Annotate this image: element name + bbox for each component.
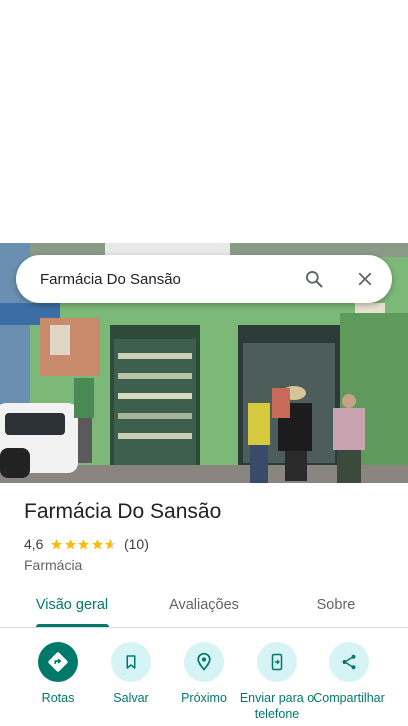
tab-selected-indicator <box>36 624 109 627</box>
share-button[interactable]: Compartilhar <box>311 642 387 706</box>
tab-about[interactable]: Sobre <box>272 582 400 627</box>
directions-icon <box>38 642 78 682</box>
star-icon <box>105 538 117 549</box>
rating-value: 4,6 <box>24 536 44 552</box>
nearby-icon <box>184 642 224 682</box>
bookmark-icon <box>111 642 151 682</box>
save-label: Salvar <box>113 691 149 705</box>
tab-overview[interactable]: Visão geral <box>0 582 144 627</box>
star-rating <box>50 538 118 551</box>
share-label: Compartilhar <box>313 691 385 705</box>
star-icon <box>51 538 63 549</box>
tab-bar: Visão geral Avaliações Sobre <box>0 582 408 628</box>
send-to-phone-label: Enviar para o telefone <box>239 691 315 721</box>
send-to-phone-button[interactable]: Enviar para o telefone <box>239 642 315 722</box>
directions-label: Rotas <box>41 691 75 705</box>
rating-row[interactable]: 4,6 (10) <box>24 536 149 552</box>
nearby-label: Próximo <box>181 691 227 705</box>
search-bar[interactable]: Farmácia Do Sansão <box>16 255 392 303</box>
star-icon <box>65 538 76 549</box>
star-icon <box>92 538 103 549</box>
close-icon[interactable] <box>353 267 377 291</box>
place-name: Farmácia Do Sansão <box>24 500 222 523</box>
directions-button[interactable]: Rotas <box>20 642 96 706</box>
map-blank-area <box>0 0 408 243</box>
tab-reviews[interactable]: Avaliações <box>136 582 272 627</box>
search-icon[interactable] <box>302 267 326 291</box>
send-to-phone-icon <box>257 642 297 682</box>
share-icon <box>329 642 369 682</box>
star-icon <box>78 538 90 549</box>
review-count[interactable]: (10) <box>124 536 149 552</box>
save-button[interactable]: Salvar <box>93 642 169 706</box>
nearby-button[interactable]: Próximo <box>166 642 242 706</box>
action-bar: Rotas Salvar Próximo Enviar para o telef… <box>0 642 408 726</box>
place-category[interactable]: Farmácia <box>24 557 82 573</box>
search-query-text[interactable]: Farmácia Do Sansão <box>40 271 302 288</box>
